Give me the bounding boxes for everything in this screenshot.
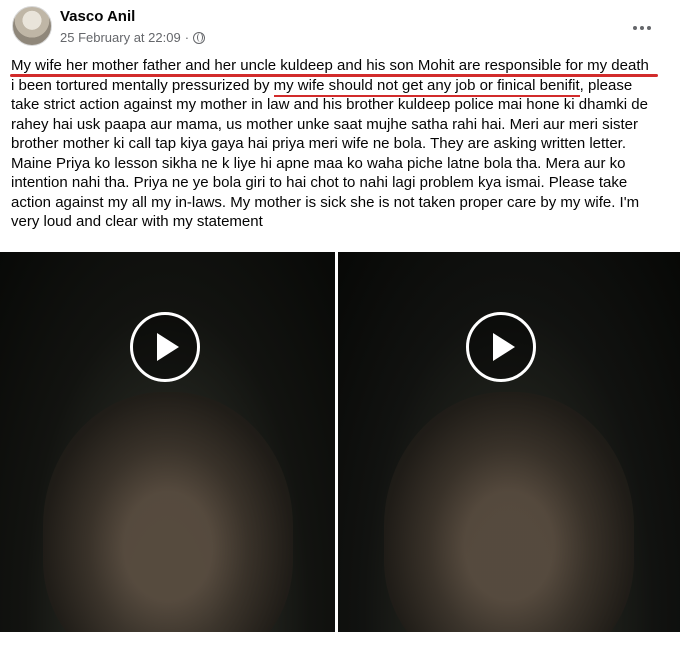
post-line-2: i been tortured mentally pressurized by … [11,76,671,97]
meta-separator: · [184,30,190,45]
post-timestamp[interactable]: 25 February at 22:09 [60,30,181,45]
highlighted-phrase: my wife should not get any job or finica… [273,76,580,97]
post-line-1: My wife her mother father and her uncle … [11,57,649,74]
video-1-subject [42,392,293,632]
post-line-4: rahey hai usk paapa aur mama, us mother … [11,115,638,133]
post-line-2-end: , please [579,76,633,94]
video-grid [0,252,680,632]
play-icon[interactable] [466,312,536,382]
video-thumbnail-1[interactable] [0,252,335,632]
post-line-6: Maine Priya ko lesson sikha ne k liye hi… [11,154,626,172]
post-line-9: very loud and clear with my statement [11,213,263,230]
post-header: Vasco Anil 25 February at 22:09 · [12,6,668,50]
author-avatar[interactable] [12,6,52,46]
video-thumbnail-2[interactable] [338,252,680,632]
red-underline-annotation [10,74,658,77]
post-text: My wife her mother father and her uncle … [11,56,671,232]
more-options-icon[interactable] [630,16,654,40]
post-line-3: take strict action against my mother in … [11,96,648,113]
author-name[interactable]: Vasco Anil [60,8,135,25]
post-line-7: intention nahi tha. Priya ne ye bola gir… [11,174,628,191]
video-2-subject [384,392,634,632]
globe-icon [193,31,206,44]
play-icon[interactable] [130,312,200,382]
post-meta: 25 February at 22:09 · [60,30,206,45]
facebook-post: Vasco Anil 25 February at 22:09 · My wif… [0,0,680,648]
post-line-2-start: i been tortured mentally pressurized by [11,76,274,94]
post-line-5: brother mother ki call tap kiya gaya hai… [11,135,627,152]
post-line-8: action against my all my in-laws. My mot… [11,193,640,211]
